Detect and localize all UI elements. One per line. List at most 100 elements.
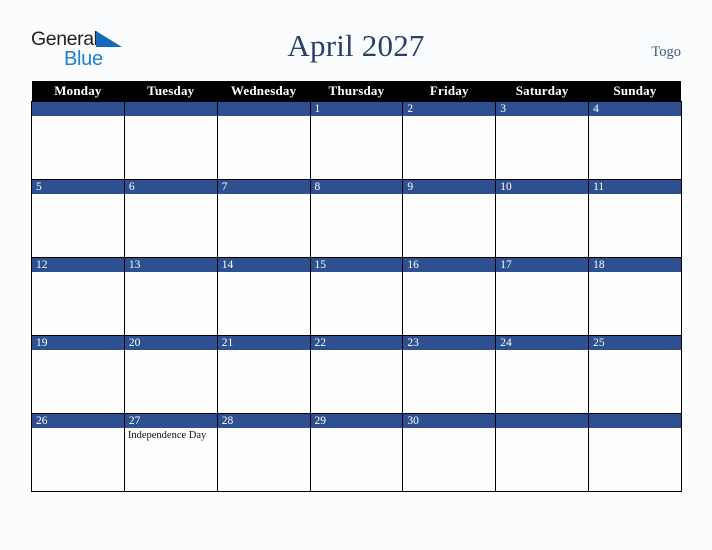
day-cell-empty[interactable] [31,101,125,180]
day-number: 2 [403,102,496,116]
weekday-header-thursday: Thursday [310,81,403,102]
day-content [496,272,588,334]
day-cell-8[interactable]: 8 [309,179,404,258]
day-cell-20[interactable]: 20 [123,335,218,414]
day-content [403,194,495,256]
day-cell-12[interactable]: 12 [31,257,125,336]
day-number: 6 [124,180,217,194]
day-content [32,194,124,256]
day-number: 11 [589,180,681,194]
day-cell-13[interactable]: 13 [123,257,218,336]
day-content [496,116,588,178]
day-cell-14[interactable]: 14 [216,257,311,336]
weekday-header-wednesday: Wednesday [217,81,311,102]
day-cell-29[interactable]: 29 [309,413,404,492]
day-cell-5[interactable]: 5 [31,179,125,258]
day-cell-23[interactable]: 23 [402,335,497,414]
day-content [218,428,310,490]
day-content [496,428,588,490]
day-cell-empty[interactable] [216,101,311,180]
country-label: Togo [651,44,681,60]
day-number: 24 [496,336,589,350]
day-cell-7[interactable]: 7 [216,179,311,258]
day-content [403,116,495,178]
day-cell-30[interactable]: 30 [402,413,497,492]
day-content [311,272,403,334]
day-content [32,272,124,334]
day-number: 4 [589,102,681,116]
day-cell-10[interactable]: 10 [495,179,590,258]
day-content [125,116,217,178]
day-number: 15 [310,258,403,272]
day-number: 1 [310,102,403,116]
day-content [589,116,681,178]
day-cell-11[interactable]: 11 [588,179,682,258]
day-number: 16 [403,258,496,272]
day-cell-empty[interactable] [123,101,218,180]
day-number: 10 [496,180,589,194]
calendar-table: Monday Tuesday Wednesday Thursday Friday… [31,81,682,492]
weekday-header-saturday: Saturday [495,81,589,102]
day-number [32,102,124,116]
day-content [589,272,681,334]
day-cell-22[interactable]: 22 [309,335,404,414]
day-cell-9[interactable]: 9 [402,179,497,258]
day-number: 27 [124,414,217,428]
calendar-week-row: 12 13 14 15 16 17 18 [31,257,682,336]
day-cell-28[interactable]: 28 [216,413,311,492]
day-cell-19[interactable]: 19 [31,335,125,414]
day-content [218,272,310,334]
calendar-grid-wrapper: Monday Tuesday Wednesday Thursday Friday… [31,81,682,492]
calendar-week-row: 5 6 7 8 9 10 11 [31,179,682,258]
day-number: 3 [496,102,589,116]
day-content [311,428,403,490]
day-cell-27[interactable]: 27 Independence Day [123,413,218,492]
weekday-header-tuesday: Tuesday [124,81,218,102]
day-number: 8 [310,180,403,194]
day-content [496,350,588,412]
day-number: 30 [403,414,496,428]
day-cell-24[interactable]: 24 [495,335,590,414]
calendar-week-row: 1234 [31,101,682,180]
day-cell-18[interactable]: 18 [588,257,682,336]
day-cell-26[interactable]: 26 [31,413,125,492]
day-content [218,194,310,256]
day-cell-2[interactable]: 2 [402,101,497,180]
weekday-header-friday: Friday [402,81,496,102]
day-number: 20 [124,336,217,350]
day-cell-4[interactable]: 4 [588,101,682,180]
day-number: 19 [32,336,124,350]
page-title: April 2027 [287,28,425,63]
weekday-header-monday: Monday [31,81,125,102]
day-cell-16[interactable]: 16 [402,257,497,336]
day-content [125,194,217,256]
day-number: 14 [217,258,310,272]
day-content [311,194,403,256]
day-cell-empty[interactable] [495,413,590,492]
day-cell-6[interactable]: 6 [123,179,218,258]
day-content [32,116,124,178]
day-number: 28 [217,414,310,428]
day-cell-empty[interactable] [588,413,682,492]
weekday-header-sunday: Sunday [588,81,682,102]
day-number: 5 [32,180,124,194]
day-number: 21 [217,336,310,350]
calendar-page: General Blue April 2027 Togo Monday Tues… [0,0,712,550]
day-cell-15[interactable]: 15 [309,257,404,336]
day-number: 13 [124,258,217,272]
day-cell-3[interactable]: 3 [495,101,590,180]
day-number: 29 [310,414,403,428]
day-content [403,272,495,334]
day-cell-17[interactable]: 17 [495,257,590,336]
day-content [218,350,310,412]
day-content [125,272,217,334]
day-content [403,428,495,490]
day-cell-25[interactable]: 25 [588,335,682,414]
day-cell-21[interactable]: 21 [216,335,311,414]
day-number: 22 [310,336,403,350]
day-number [217,102,310,116]
day-number: 26 [32,414,124,428]
day-number [124,102,217,116]
day-content [589,428,681,490]
day-cell-1[interactable]: 1 [309,101,404,180]
